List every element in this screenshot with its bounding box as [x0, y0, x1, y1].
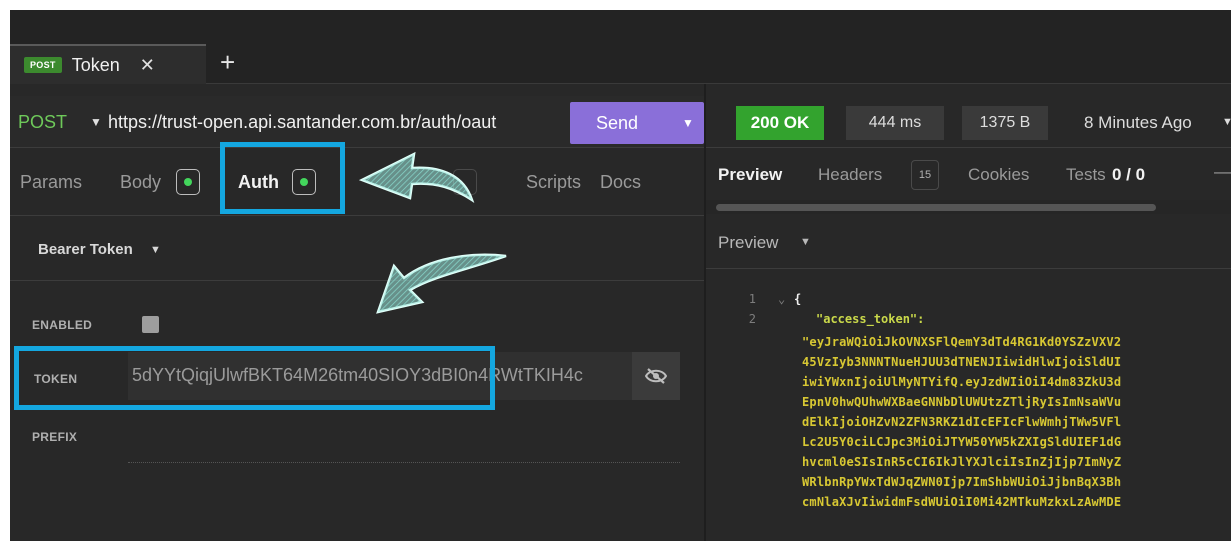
json-value-line: iwiYWxnIjoiUlMyNTYifQ.eyJzdWIiOiI4dm83Zk… [802, 375, 1122, 389]
tab-params[interactable]: Params [20, 172, 82, 193]
tab-title: Token [71, 54, 120, 75]
arrow-left-icon [358, 151, 475, 204]
chevron-down-icon[interactable]: ▼ [800, 236, 811, 248]
enabled-label: ENABLED [32, 318, 93, 332]
chevron-down-icon[interactable]: ▼ [150, 244, 161, 256]
more-tabs-icon[interactable]: — [1214, 162, 1231, 182]
url-input[interactable]: https://trust-open.api.santander.com.br/… [108, 112, 570, 133]
chevron-down-icon[interactable]: ▼ [1222, 116, 1231, 128]
tab-headers[interactable]: Headers [818, 165, 882, 185]
tab-scripts[interactable]: Scripts [526, 172, 581, 193]
tab-method-badge: POST [24, 57, 62, 73]
json-key: "access_token": [816, 312, 925, 326]
tab-tests[interactable]: Tests [1066, 165, 1106, 185]
response-tabs: Preview Headers 15 Cookies Tests 0 / 0 — [706, 150, 1231, 200]
send-button-label: Send [596, 112, 639, 133]
tab-bar: POST Token ✕ + [10, 10, 1231, 84]
status-badge: 200 OK [736, 106, 824, 140]
response-size-badge: 1375 B [962, 106, 1048, 140]
url-bar: POST ▼ https://trust-open.api.santander.… [10, 96, 704, 148]
json-value-line: dElkIjoiOHZvN2ZFN3RKZ1dIcEFIcFlwWmhjTWw5… [802, 415, 1122, 429]
close-icon[interactable]: ✕ [140, 55, 155, 76]
line-number: 2 [748, 312, 756, 326]
line-number: 1 [748, 292, 756, 306]
add-tab-icon[interactable]: + [220, 46, 235, 78]
json-token-value: "eyJraWQiOiJkOVNXSFlQemY3dTd4RG1Kd0YSZzV… [802, 332, 1231, 512]
headers-count-badge: 15 [911, 160, 939, 190]
json-value-line: "eyJraWQiOiJkOVNXSFlQemY3dTd4RG1Kd0YSZzV… [802, 335, 1122, 349]
tab-preview[interactable]: Preview [718, 165, 782, 185]
auth-type-label: Bearer Token [38, 241, 133, 258]
auth-tab-highlight [220, 142, 345, 214]
preview-mode-select[interactable]: Preview [718, 233, 778, 253]
divider [706, 268, 1231, 269]
enabled-checkbox[interactable] [142, 316, 159, 333]
scrollbar-thumb[interactable] [716, 204, 1156, 211]
tab-cookies[interactable]: Cookies [968, 165, 1029, 185]
prefix-input[interactable] [128, 462, 680, 463]
json-value-line: EpnV0hwQUhwWXBaeGNNbDlUWUtzZTljRyIsImNsa… [802, 395, 1122, 409]
tabs-scrollbar[interactable] [706, 200, 1231, 214]
json-value-line: WRlbnRpYWxTdWJqZWN0Ijp7ImShbWUiOiJjbnBqX… [802, 475, 1122, 489]
response-history-select[interactable]: 8 Minutes Ago [1084, 113, 1192, 133]
response-time-badge: 444 ms [846, 106, 944, 140]
request-tab-token[interactable]: POST Token ✕ [10, 44, 206, 84]
status-dot-icon [176, 169, 200, 195]
tests-count: 0 / 0 [1112, 165, 1146, 184]
json-value-line: Lc2U5Y0ciLCJpc3MiOiJTYW50YW5kZXIgSldUIEF… [802, 435, 1122, 449]
json-value-line: cmNlaXJvIiwidmFsdWUiOiI0Mi42MTkuMzkxLzAw… [802, 495, 1122, 509]
arrow-down-left-icon [376, 253, 507, 314]
json-value-line: hvcml0eSIsInR5cCI6IkJlYXJlciIsInZjIjp7Im… [802, 455, 1122, 469]
eye-slash-icon[interactable] [632, 352, 680, 400]
tab-docs[interactable]: Docs [600, 172, 641, 193]
method-select[interactable]: POST [18, 112, 67, 133]
fold-icon[interactable]: ⌄ [778, 292, 785, 306]
chevron-down-icon[interactable]: ▼ [90, 115, 102, 129]
json-brace: { [794, 292, 802, 306]
prefix-label: PREFIX [32, 430, 78, 444]
app-window: POST Token ✕ + POST ▼ https://trust-open… [10, 10, 1231, 541]
response-meta-bar: 200 OK 444 ms 1375 B 8 Minutes Ago ▼ [706, 96, 1231, 148]
tab-body[interactable]: Body [120, 172, 161, 193]
json-value-line: 45VzIyb3NNNTNueHJUU3dTNENJIiwidHlwIjoiSl… [802, 355, 1122, 369]
token-field-highlight [14, 346, 495, 410]
chevron-down-icon[interactable]: ▼ [674, 116, 694, 130]
auth-type-select[interactable]: Bearer Token ▼ [10, 217, 704, 281]
response-body-preview: 1 ⌄ { 2 "access_token": "eyJraWQiOiJkOVN… [706, 282, 1231, 541]
send-button[interactable]: Send ▼ [570, 102, 704, 144]
